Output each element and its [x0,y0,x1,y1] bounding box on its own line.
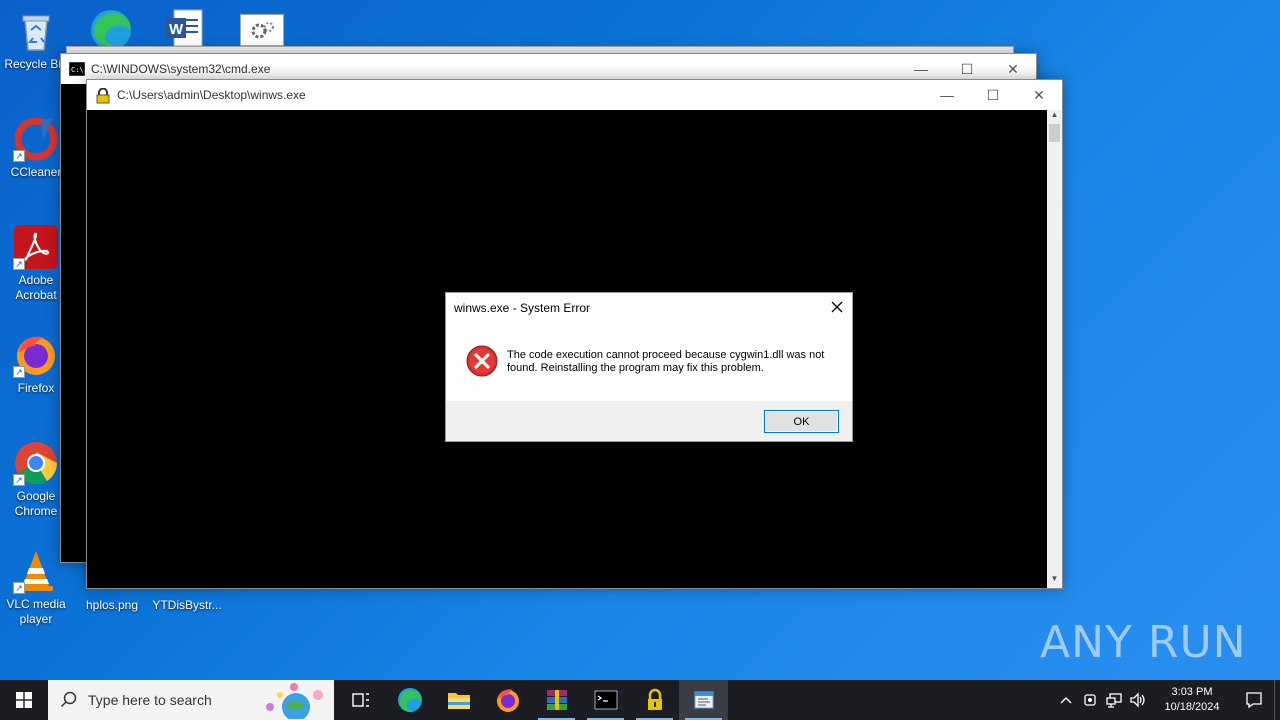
taskbar-file-explorer[interactable] [434,680,483,720]
firefox-icon [496,689,519,712]
winrar-icon [546,690,567,710]
tray-volume-button[interactable] [1126,680,1150,720]
dialog-close-button[interactable] [822,293,852,321]
tray-network-button[interactable] [1102,680,1126,720]
tray-device-button[interactable] [1078,680,1102,720]
winws-minimize-button[interactable]: — [924,80,970,110]
action-center-button[interactable] [1234,680,1274,720]
task-view-button[interactable] [336,680,385,720]
notepad-icon [694,691,713,709]
adobe-acrobat-icon: ↗ [13,224,59,270]
shortcut-arrow-icon: ↗ [13,582,25,594]
start-button[interactable] [0,680,48,720]
dialog-body: The code execution cannot proceed becaus… [446,323,852,401]
lock-icon [647,688,662,710]
winws-titlebar[interactable]: C:\Users\admin\Desktop\winws.exe — ☐ ✕ [87,80,1062,110]
search-icon [60,691,77,708]
hplos-label: hplos.png [85,598,139,612]
taskbar-search-box[interactable]: Type here to search [48,680,334,720]
settings-desktop-icon[interactable] [240,14,284,46]
vlc-icon: ↗ [13,548,59,594]
folder-icon [447,693,470,709]
dialog-message: The code execution cannot proceed becaus… [507,349,825,374]
taskbar-winws[interactable] [630,680,679,720]
clock-time: 3:03 PM [1171,686,1213,698]
dialog-footer: OK [446,401,852,441]
shortcut-arrow-icon: ↗ [13,258,25,270]
vlc-label: VLC media player [6,597,66,626]
word-desktop-icon[interactable]: W [164,8,204,47]
ytdisbystr-label: YTDisBystr... [152,598,222,612]
shortcut-arrow-icon: ↗ [13,474,25,486]
task-view-icon [351,693,369,707]
cmd-icon [594,690,617,710]
error-icon [466,345,498,377]
winws-close-button[interactable]: ✕ [1016,80,1062,110]
system-error-dialog[interactable]: winws.exe - System Error The code execut… [445,292,853,442]
taskbar-cmd[interactable] [581,680,630,720]
desktop: Recycle Bin ↗ CCleaner ↗ Adobe Acrobat ↗… [0,0,1280,680]
search-placeholder: Type here to search [88,692,212,708]
taskbar: Type here to search 3:03 PM 10/18/2024 [0,680,1280,720]
show-desktop-button[interactable] [1274,680,1280,720]
recycle-bin-icon [13,8,59,54]
cmd-icon: C:\ [68,61,86,77]
notification-icon [1246,692,1262,709]
anyrun-watermark: ANY RUN [1040,612,1247,672]
dialog-title: winws.exe - System Error [454,301,591,315]
search-highlight-icon [266,683,323,719]
shortcut-arrow-icon: ↗ [13,366,25,378]
taskbar-notepad[interactable] [679,680,728,720]
taskbar-firefox[interactable] [483,680,532,720]
windows-logo-icon [16,692,32,708]
ccleaner-icon: ↗ [13,116,59,162]
scroll-thumb[interactable] [1049,124,1060,142]
clock-date: 10/18/2024 [1164,701,1220,713]
svg-text:W: W [169,21,184,38]
winws-title: C:\Users\admin\Desktop\winws.exe [117,88,306,102]
chevron-up-icon [1060,697,1072,704]
close-icon [831,301,843,313]
network-icon [1106,693,1122,708]
volume-icon [1130,692,1145,708]
winws-scrollbar[interactable]: ▲ ▼ [1047,110,1062,588]
taskbar-winrar[interactable] [532,680,581,720]
scroll-down-arrow-icon[interactable]: ▼ [1047,574,1062,588]
winws-maximize-button[interactable]: ☐ [970,80,1016,110]
shortcut-arrow-icon: ↗ [13,150,25,162]
watermark-text: ANY RUN [1040,616,1247,668]
show-hidden-icons-button[interactable] [1054,680,1078,720]
scroll-up-arrow-icon[interactable]: ▲ [1047,110,1062,124]
cmd-title: C:\WINDOWS\system32\cmd.exe [91,62,271,76]
edge-desktop-icon[interactable] [88,6,134,50]
chrome-icon: ↗ [13,440,59,486]
taskbar-edge[interactable] [385,680,434,720]
svg-text:C:\: C:\ [71,66,84,74]
device-icon [1084,694,1096,706]
taskbar-clock[interactable]: 3:03 PM 10/18/2024 [1156,685,1228,715]
firefox-icon: ↗ [13,332,59,378]
system-tray: 3:03 PM 10/18/2024 [1054,680,1280,720]
lock-icon [95,87,111,104]
ok-button[interactable]: OK [764,410,839,433]
edge-icon [397,688,422,713]
